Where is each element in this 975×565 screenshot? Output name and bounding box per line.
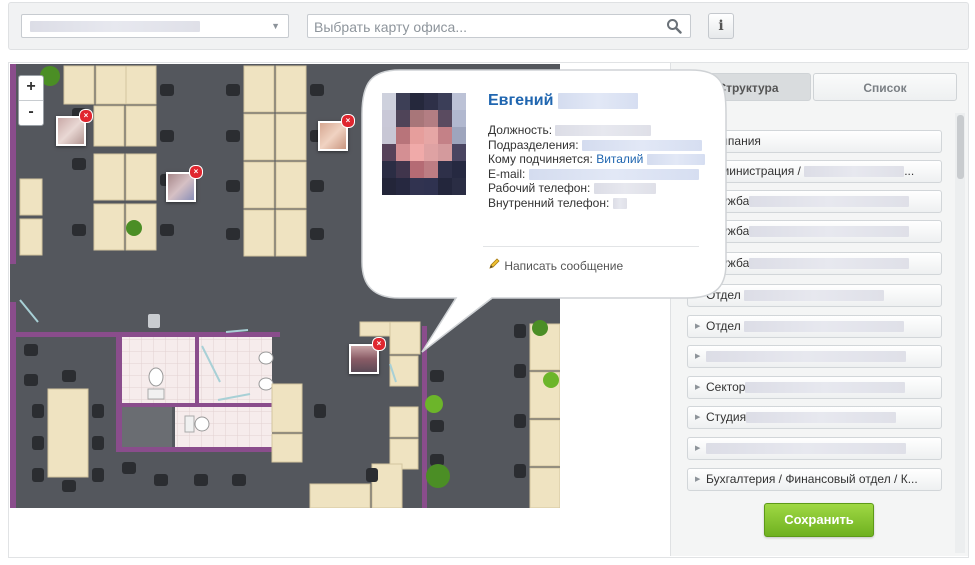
email-label: E-mail:: [488, 166, 526, 181]
manager-surname: [646, 154, 705, 166]
department-name-redacted: [749, 258, 910, 270]
expand-icon[interactable]: ▶: [695, 377, 700, 398]
department-name-redacted: [804, 166, 905, 178]
expand-icon[interactable]: ▶: [695, 407, 700, 428]
work-phone-label: Рабочий телефон:: [488, 181, 591, 195]
department-label: Сектор: [706, 380, 746, 394]
remove-marker-icon[interactable]: ×: [79, 109, 93, 123]
department-label: Подразделения:: [488, 137, 579, 152]
email-link[interactable]: [528, 168, 699, 180]
department-item[interactable]: ▶ Отдел: [687, 315, 942, 338]
expand-icon[interactable]: ▶: [695, 346, 700, 367]
department-name-redacted: [745, 382, 906, 394]
department-item[interactable]: ▶: [687, 345, 942, 368]
employee-first-name[interactable]: Евгений: [488, 92, 553, 109]
position-value: [555, 125, 652, 137]
top-toolbar: ▼ i: [8, 2, 969, 50]
department-name-redacted: [749, 226, 910, 238]
department-link[interactable]: [581, 139, 702, 151]
panel-scrollbar[interactable]: [955, 113, 965, 553]
department-name-redacted: [746, 412, 897, 424]
tab-list[interactable]: Список: [813, 73, 957, 101]
remove-marker-icon[interactable]: ×: [341, 114, 355, 128]
remove-marker-icon[interactable]: ×: [189, 165, 203, 179]
expand-icon[interactable]: ▶: [695, 316, 700, 337]
department-label: Отдел: [706, 319, 741, 333]
office-map-search-input[interactable]: [312, 16, 656, 38]
employee-photo: [168, 174, 194, 200]
department-name-redacted: [706, 443, 906, 455]
employee-photo: [320, 123, 346, 149]
search-icon[interactable]: [666, 18, 682, 37]
manager-link[interactable]: Виталий: [596, 152, 643, 166]
selected-office-value: [30, 21, 200, 32]
employee-name[interactable]: Евгений: [488, 92, 638, 110]
office-map-search: [307, 14, 691, 38]
department-label: Бухгалтерия / Финансовый отдел / К...: [706, 472, 918, 486]
employee-marker[interactable]: ×: [56, 109, 93, 146]
department-label: Студия: [706, 410, 747, 424]
work-phone-value: [593, 183, 656, 195]
dropdown-arrow-icon: ▼: [271, 21, 280, 31]
employee-details: Должность: Подразделения: Кому подчиняет…: [488, 123, 705, 210]
internal-phone-label: Внутренний телефон:: [488, 195, 610, 210]
employee-marker[interactable]: ×: [166, 165, 203, 202]
expand-icon[interactable]: ▶: [695, 469, 700, 490]
internal-phone-value: [612, 197, 627, 209]
department-item[interactable]: ▶ Сектор: [687, 376, 942, 399]
pencil-icon: [488, 258, 504, 273]
department-name-redacted: [706, 351, 906, 363]
zoom-out-button[interactable]: -: [19, 100, 43, 125]
manager-label: Кому подчиняется:: [488, 152, 593, 166]
expand-icon[interactable]: ▶: [695, 438, 700, 459]
department-item[interactable]: ▶: [687, 437, 942, 460]
info-button[interactable]: i: [708, 13, 734, 39]
department-name-redacted: [744, 321, 905, 333]
employee-surname: [557, 92, 638, 109]
send-message-link[interactable]: Написать сообщение: [488, 257, 623, 273]
employee-photo: [58, 118, 84, 144]
panel-scrollbar-thumb[interactable]: [957, 115, 964, 179]
employee-marker[interactable]: ×: [318, 114, 355, 151]
employee-avatar: [382, 93, 466, 195]
office-select[interactable]: ▼: [21, 14, 289, 38]
department-item[interactable]: ▶ Студия: [687, 406, 942, 429]
department-item[interactable]: ▶ Бухгалтерия / Финансовый отдел / К...: [687, 468, 942, 491]
employee-popup: Евгений Должность: Подразделения: Кому п…: [360, 68, 728, 300]
zoom-in-button[interactable]: +: [19, 76, 43, 100]
zoom-controls: + -: [18, 75, 44, 126]
department-name-redacted: [749, 196, 910, 208]
send-message-label[interactable]: Написать сообщение: [504, 259, 623, 273]
department-name-redacted: [744, 290, 885, 302]
popup-divider: [483, 246, 699, 247]
save-button[interactable]: Сохранить: [764, 503, 874, 537]
position-label: Должность:: [488, 123, 553, 137]
